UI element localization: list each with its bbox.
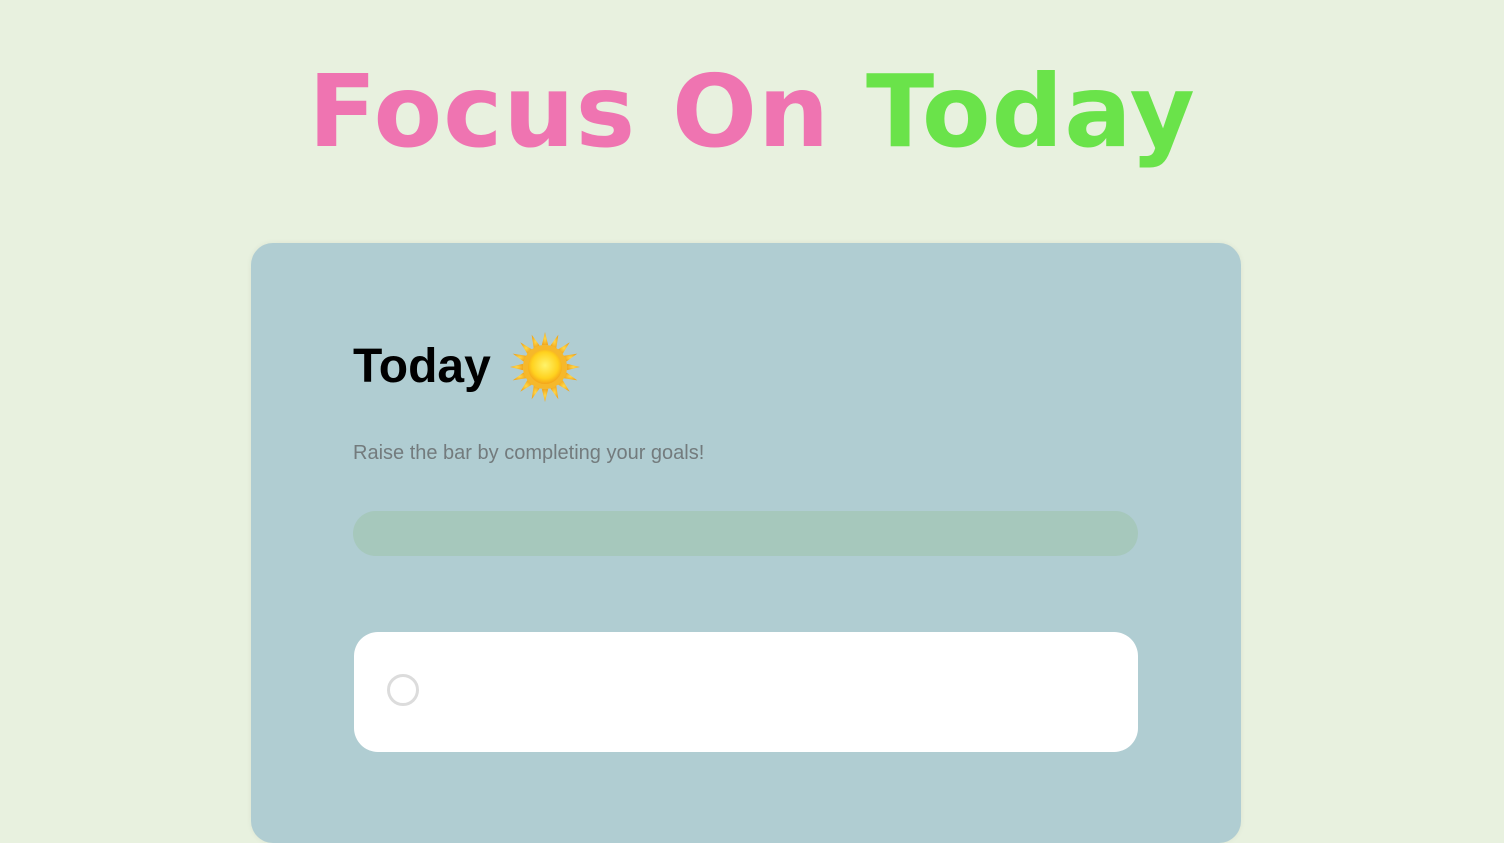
goal-checkbox[interactable] bbox=[387, 674, 419, 706]
goals-card: Today Raise the bar by completing your g… bbox=[251, 243, 1241, 843]
progress-bar bbox=[353, 511, 1138, 556]
sun-icon bbox=[509, 331, 581, 403]
title-today: Today bbox=[865, 53, 1196, 170]
goal-input[interactable] bbox=[444, 662, 1108, 724]
app-title: Focus On Today bbox=[0, 52, 1504, 172]
title-focus-on: Focus On bbox=[308, 53, 831, 170]
card-subtitle: Raise the bar by completing your goals! bbox=[353, 442, 705, 464]
goal-item bbox=[354, 632, 1138, 752]
card-heading: Today bbox=[353, 331, 581, 403]
card-heading-label: Today bbox=[353, 340, 491, 393]
